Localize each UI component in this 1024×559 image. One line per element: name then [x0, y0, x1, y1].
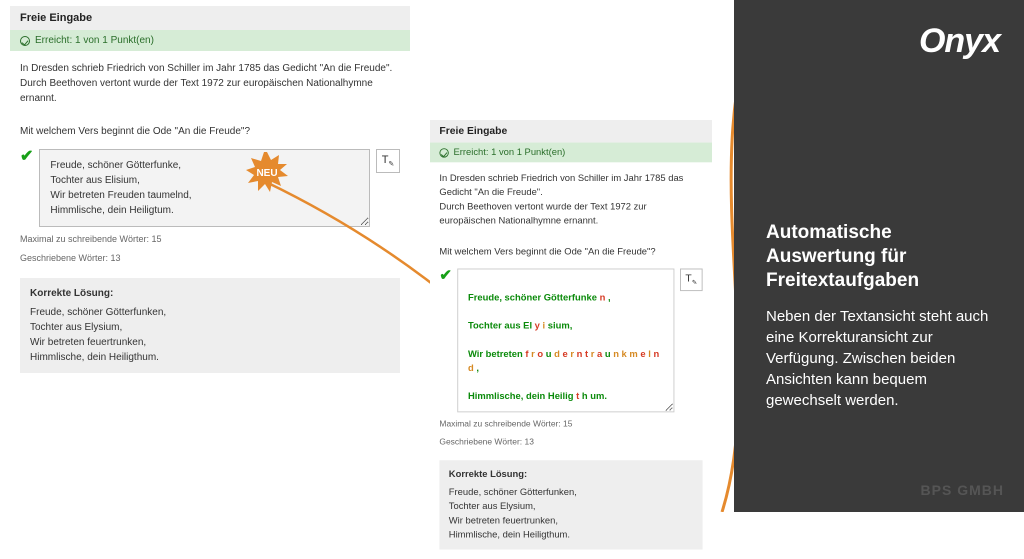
- question-text: Mit welchem Vers beginnt die Ode "An die…: [439, 245, 702, 259]
- word-limit-text: Maximal zu schreibende Wörter: 15: [439, 418, 702, 430]
- intro-text: In Dresden schrieb Friedrich von Schille…: [20, 61, 400, 106]
- toggle-view-button[interactable]: T✎: [680, 269, 703, 292]
- freetext-card-correctionview: Freie Eingabe Erreicht: 1 von 1 Punkt(en…: [430, 120, 712, 559]
- promo-panel: Onyx Automatische Auswertung für Freitex…: [734, 0, 1024, 512]
- word-count-text: Geschriebene Wörter: 13: [439, 435, 702, 447]
- solution-body: Freude, schöner Götterfunken, Tochter au…: [449, 486, 693, 542]
- solution-heading: Korrekte Lösung:: [30, 286, 390, 301]
- brand-logo: Onyx: [766, 22, 1000, 61]
- check-icon: [20, 36, 30, 46]
- score-text: Erreicht: 1 von 1 Punkt(en): [35, 35, 154, 46]
- toggle-view-button[interactable]: T✎: [376, 149, 400, 173]
- answer-diff-view[interactable]: Freude, schöner Götterfunke n , Tochter …: [458, 269, 675, 413]
- score-bar: Erreicht: 1 von 1 Punkt(en): [10, 30, 410, 51]
- promo-body: Neben der Textansicht steht auch eine Ko…: [766, 306, 1000, 411]
- neu-badge: NEU: [246, 152, 288, 194]
- card-header: Freie Eingabe: [430, 120, 712, 143]
- correct-icon: ✔: [20, 149, 33, 165]
- brand-logo-text: Onyx: [919, 22, 1000, 60]
- solution-heading: Korrekte Lösung:: [449, 468, 693, 482]
- toggle-icon: T✎: [685, 271, 697, 289]
- correct-icon: ✔: [439, 269, 452, 284]
- toggle-icon: T✎: [382, 152, 395, 171]
- neu-badge-label: NEU: [256, 168, 277, 179]
- answer-textarea[interactable]: Freude, schöner Götterfunke, Tochter aus…: [39, 149, 370, 227]
- solution-body: Freude, schöner Götterfunken, Tochter au…: [30, 305, 390, 365]
- score-text: Erreicht: 1 von 1 Punkt(en): [454, 147, 566, 157]
- score-bar: Erreicht: 1 von 1 Punkt(en): [430, 143, 712, 163]
- freetext-card-textview: Freie Eingabe Erreicht: 1 von 1 Punkt(en…: [10, 6, 410, 383]
- solution-box: Korrekte Lösung: Freude, schöner Götterf…: [439, 460, 702, 549]
- solution-box: Korrekte Lösung: Freude, schöner Götterf…: [20, 278, 400, 373]
- brand-footer: BPS GMBH: [921, 482, 1004, 498]
- word-count-text: Geschriebene Wörter: 13: [20, 252, 400, 265]
- promo-title: Automatische Auswertung für Freitextaufg…: [766, 221, 1000, 292]
- question-text: Mit welchem Vers beginnt die Ode "An die…: [20, 124, 400, 139]
- intro-text: In Dresden schrieb Friedrich von Schille…: [439, 172, 702, 228]
- word-limit-text: Maximal zu schreibende Wörter: 15: [20, 233, 400, 246]
- card-header: Freie Eingabe: [10, 6, 410, 30]
- check-icon: [439, 148, 448, 157]
